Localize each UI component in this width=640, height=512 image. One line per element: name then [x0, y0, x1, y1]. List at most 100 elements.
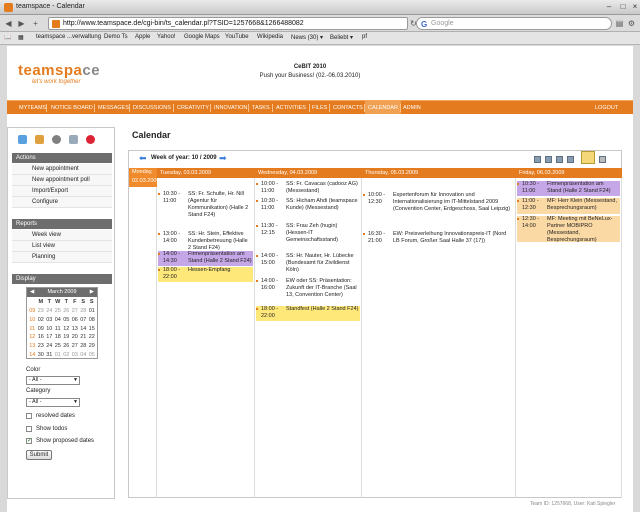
forward-icon[interactable]: ▶ — [16, 18, 27, 29]
bookmark-item[interactable]: News (30) ▾ — [291, 34, 323, 41]
mini-calendar-day[interactable]: 15 — [88, 325, 97, 333]
mini-calendar-day[interactable]: 25 — [54, 342, 63, 350]
category-select[interactable]: - All - ▼ — [26, 398, 80, 407]
action-configure[interactable]: Configure — [12, 197, 112, 208]
mini-calendar-day[interactable]: 28 — [79, 307, 88, 315]
mini-calendar-day[interactable]: 07 — [79, 316, 88, 324]
menu-tasks[interactable]: TASKS — [252, 105, 270, 111]
day-header[interactable]: Tuesday, 03.03.2009 — [157, 168, 255, 178]
calendar-event[interactable]: 18:00 - 22:00 Standfest (Halle 2 Stand F2… — [256, 306, 360, 321]
bookmark-item[interactable]: Apple — [135, 34, 150, 40]
grid-icon[interactable]: ▦ — [18, 34, 24, 41]
mini-calendar-day[interactable]: 24 — [45, 342, 54, 350]
calendar-event[interactable]: 14:00 - 14:30 Firmenpräsentation am Stand… — [158, 251, 253, 266]
day-view-icon[interactable] — [534, 156, 541, 163]
back-icon[interactable]: ◀ — [3, 18, 14, 29]
notes-icon[interactable] — [581, 151, 595, 164]
mini-calendar-day[interactable]: 13 — [71, 325, 80, 333]
event-subtitle[interactable]: Push your Business! (02.-06.03.2010) — [220, 73, 400, 79]
menu-calendar[interactable]: CALENDAR — [365, 101, 401, 114]
action-new-appointment-poll[interactable]: New appointment poll — [12, 175, 112, 186]
mini-calendar-day[interactable]: 31 — [45, 351, 54, 359]
show-proposed-dates-checkbox[interactable] — [26, 437, 32, 444]
mini-calendar-day[interactable]: 14 — [79, 325, 88, 333]
calendar-event[interactable]: 10:00 - 11:00 SS: Fr. Cavacas (cadooz AG)… — [256, 181, 360, 196]
mini-calendar-day[interactable]: 11 — [54, 325, 63, 333]
bookmark-item[interactable]: Yahoo! — [157, 34, 176, 40]
calendar-event[interactable]: 10:00 - 12:30 Expertenforum für Innovatio… — [363, 192, 514, 222]
add-tab-icon[interactable]: + — [30, 18, 41, 29]
year-view-icon[interactable] — [567, 156, 574, 163]
calendar-event[interactable]: 16:30 - 21:00 EW: Preisverleihung Innovat… — [363, 231, 514, 246]
day-header[interactable]: Monday, 02.03.2009 — [129, 168, 160, 187]
menu-discussions[interactable]: DISCUSSIONS — [133, 105, 171, 111]
mini-calendar-day[interactable]: 04 — [54, 316, 63, 324]
mini-calendar-day[interactable]: 26 — [62, 307, 71, 315]
mini-calendar-day[interactable]: 05 — [88, 351, 97, 359]
show-todos-checkbox[interactable] — [26, 426, 32, 432]
color-select[interactable]: - All - ▼ — [26, 376, 80, 385]
action-import-export[interactable]: Import/Export — [12, 186, 112, 197]
bookmark-item[interactable]: Beliebt ▾ — [330, 34, 353, 41]
mini-calendar-day[interactable]: 16 — [37, 333, 46, 341]
mini-calendar-day[interactable]: 27 — [71, 342, 80, 350]
calendar-event[interactable]: 10:30 - 11:00 SS: Fr. Schulte, Hr. Nill (… — [158, 191, 253, 218]
mini-calendar-day[interactable]: 02 — [37, 316, 46, 324]
mini-calendar-week-number[interactable]: 10 — [28, 316, 37, 324]
bookmark-item[interactable]: Demo Ts — [104, 34, 128, 40]
submit-button[interactable]: Submit — [26, 450, 52, 460]
mini-calendar-day[interactable]: 05 — [62, 316, 71, 324]
menu-innovation[interactable]: INNOVATION — [214, 105, 247, 111]
month-view-icon[interactable] — [556, 156, 563, 163]
menu-admin[interactable]: ADMIN — [403, 105, 421, 111]
minimize-icon[interactable]: – — [604, 2, 614, 12]
calendar-event[interactable]: 14:00 - 16:00 EW oder SS: Präsentation: Z… — [256, 278, 360, 304]
mini-calendar-week-number[interactable]: 13 — [28, 342, 37, 350]
mini-calendar-day[interactable]: 22 — [88, 333, 97, 341]
menu-logout[interactable]: LOGOUT — [595, 105, 618, 111]
mini-calendar-day[interactable]: 04 — [79, 351, 88, 359]
bookmark-item[interactable]: teamspace ...verwaltung — [36, 34, 101, 40]
menu-files[interactable]: FILES — [312, 105, 327, 111]
mini-calendar-day[interactable]: 26 — [62, 342, 71, 350]
day-header[interactable]: Thursday, 05.03.2009 — [362, 168, 516, 178]
report-week-view[interactable]: Week view — [12, 230, 112, 241]
day-header[interactable]: Friday, 06.03.2009 — [516, 168, 622, 178]
report-list-view[interactable]: List view — [12, 241, 112, 252]
mini-calendar-day[interactable]: 19 — [62, 333, 71, 341]
menu-myteams[interactable]: MYTEAMS — [19, 105, 46, 111]
week-view-icon[interactable] — [545, 156, 552, 163]
mini-calendar-day[interactable]: 24 — [45, 307, 54, 315]
reader-icon[interactable]: 📖 — [4, 34, 11, 41]
mini-calendar-day[interactable]: 01 — [88, 307, 97, 315]
mini-calendar-day[interactable]: 06 — [71, 316, 80, 324]
mini-calendar-day[interactable]: 25 — [54, 307, 63, 315]
mini-calendar-day[interactable]: 01 — [54, 351, 63, 359]
menu-contacts[interactable]: CONTACTS — [333, 105, 363, 111]
menu-notice-board[interactable]: NOTICE BOARD — [51, 105, 93, 111]
mini-calendar-day[interactable]: 02 — [62, 351, 71, 359]
menu-messages[interactable]: MESSAGES — [98, 105, 129, 111]
mini-calendar-day[interactable]: 23 — [37, 307, 46, 315]
mini-calendar-day[interactable]: 08 — [88, 316, 97, 324]
bookmark-item[interactable]: pf — [362, 34, 367, 40]
mini-calendar-week-number[interactable]: 14 — [28, 351, 37, 359]
tools-menu-icon[interactable]: ⚙ — [626, 18, 637, 29]
search-input[interactable]: G Google — [416, 17, 612, 30]
menu-creativity[interactable]: CREATIVITY — [177, 105, 209, 111]
next-month-icon[interactable]: ▶ — [90, 288, 94, 297]
print-icon[interactable] — [599, 156, 606, 163]
search-icon[interactable] — [52, 135, 61, 144]
resolved-dates-checkbox[interactable] — [26, 413, 32, 419]
mini-calendar-day[interactable]: 10 — [45, 325, 54, 333]
mini-calendar-day[interactable]: 03 — [71, 351, 80, 359]
menu-activities[interactable]: ACTIVITIES — [276, 105, 306, 111]
mini-calendar-day[interactable]: 17 — [45, 333, 54, 341]
mini-calendar-day[interactable]: 30 — [37, 351, 46, 359]
mini-calendar-day[interactable]: 12 — [62, 325, 71, 333]
mini-calendar-day[interactable]: 20 — [71, 333, 80, 341]
mini-calendar-week-number[interactable]: 11 — [28, 325, 37, 333]
day-header[interactable]: Wednesday, 04.03.2009 — [255, 168, 362, 178]
chat-icon[interactable] — [18, 135, 27, 144]
bookmark-item[interactable]: Google Maps — [184, 34, 220, 40]
